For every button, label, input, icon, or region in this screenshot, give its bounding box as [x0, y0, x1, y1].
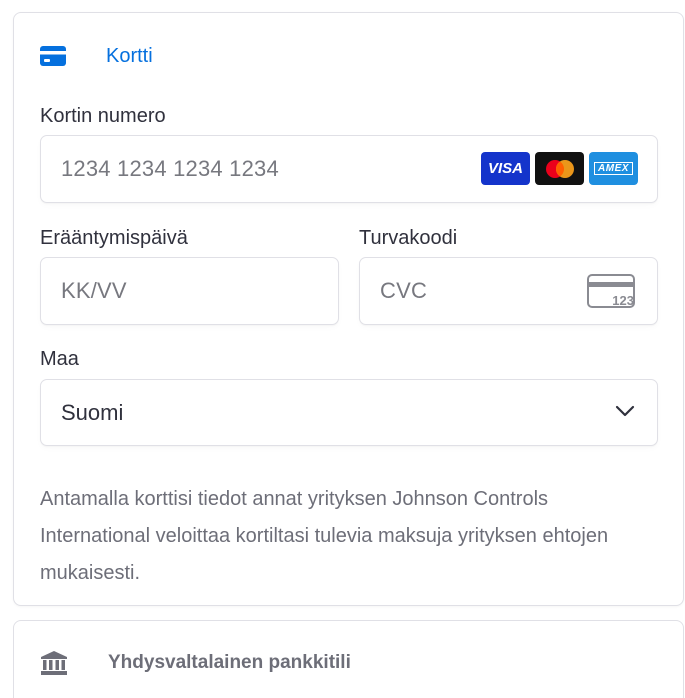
card-number-input[interactable]: 1234 1234 1234 1234 VISA AMEX	[40, 135, 658, 203]
bank-tab-title: Yhdysvaltalainen pankkitili	[108, 652, 351, 673]
cvc-label: Turvakoodi	[359, 227, 458, 249]
card-brand-icons: VISA AMEX	[481, 152, 638, 185]
card-payment-section: Kortti Kortin numero 1234 1234 1234 1234…	[13, 12, 684, 606]
cvc-placeholder: CVC	[380, 278, 428, 303]
cvc-input[interactable]: CVC 123	[359, 257, 658, 325]
credit-card-icon	[40, 45, 68, 67]
bank-account-section[interactable]: Yhdysvaltalainen pankkitili	[13, 620, 684, 698]
expiry-label: Erääntymispäivä	[40, 227, 188, 249]
card-number-label: Kortin numero	[40, 105, 166, 127]
mastercard-icon	[535, 152, 584, 185]
card-tab-header[interactable]: Kortti	[40, 41, 153, 71]
bank-icon	[40, 649, 68, 677]
country-value: Suomi	[61, 399, 124, 425]
visa-icon: VISA	[481, 152, 530, 185]
svg-text:123: 123	[612, 293, 634, 308]
country-label: Maa	[40, 348, 79, 370]
bank-tab-header[interactable]: Yhdysvaltalainen pankkitili	[40, 649, 351, 677]
chevron-down-icon	[615, 404, 635, 423]
card-number-placeholder: 1234 1234 1234 1234	[61, 156, 279, 181]
card-tab-title: Kortti	[106, 44, 153, 67]
country-select[interactable]: Suomi	[40, 379, 658, 446]
expiry-input[interactable]: KK/VV	[40, 257, 339, 325]
terms-text: Antamalla korttisi tiedot annat yritykse…	[40, 488, 609, 584]
cvc-card-icon: 123	[587, 274, 637, 315]
expiry-placeholder: KK/VV	[61, 278, 127, 303]
amex-icon: AMEX	[589, 152, 638, 185]
